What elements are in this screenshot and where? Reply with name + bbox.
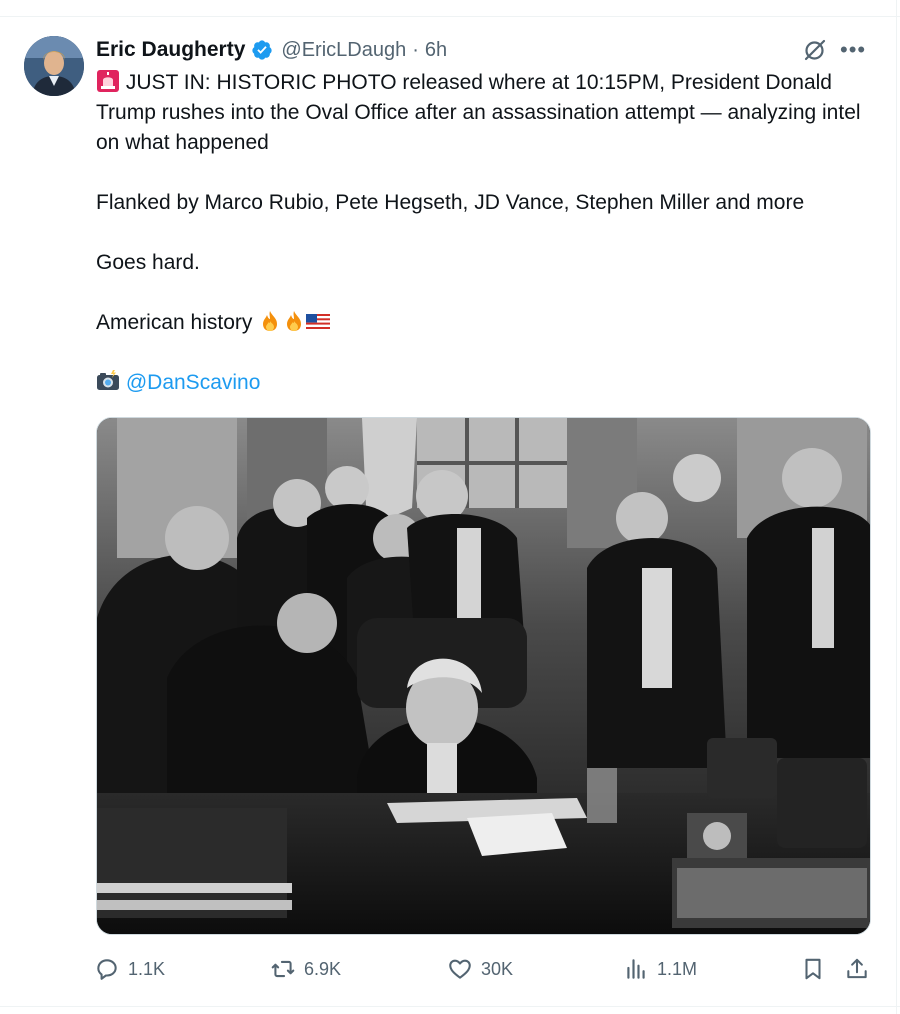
tweet-photo[interactable] [96, 417, 871, 935]
tweet-body: JUST IN: HISTORIC PHOTO released where a… [96, 68, 886, 398]
reply-icon [97, 959, 117, 980]
more-options-icon[interactable]: ••• [840, 39, 866, 61]
avatar[interactable] [24, 36, 84, 96]
bottom-divider [0, 1006, 900, 1007]
author-handle[interactable]: @EricLDaugh [281, 39, 406, 62]
right-divider [896, 0, 897, 1014]
views-button[interactable]: 1.1M [623, 952, 697, 986]
oval-office-photo-image [97, 418, 870, 934]
tweet-header: Eric Daugherty @EricLDaugh · 6h [96, 35, 447, 65]
fire-emoji-icon [287, 311, 302, 331]
verified-badge-icon [252, 40, 273, 60]
tweet-paragraph-1: JUST IN: HISTORIC PHOTO released where a… [96, 68, 886, 158]
share-icon [847, 958, 867, 979]
repost-icon [271, 960, 295, 978]
author-name[interactable]: Eric Daugherty [96, 38, 245, 62]
tweet-text-line-1: JUST IN: HISTORIC PHOTO released where a… [96, 71, 861, 154]
repost-count: 6.9K [304, 958, 342, 979]
bookmark-icon [805, 958, 821, 980]
header-actions: ••• [802, 36, 866, 64]
rotating-light-emoji-icon [97, 70, 119, 92]
reply-count: 1.1K [128, 958, 166, 979]
tweet-text-line-4: American history [96, 311, 253, 334]
mention-link[interactable]: @DanScavino [126, 371, 261, 394]
tweet-text-line-3: Goes hard. [96, 251, 200, 274]
tweet-action-bar: 1.1K 6.9K 30K 1.1M [94, 952, 874, 986]
share-button[interactable] [844, 952, 870, 986]
tweet-paragraph-4: American history [96, 308, 886, 338]
top-divider [0, 16, 900, 17]
camera-flash-emoji-icon [97, 370, 119, 390]
like-count: 30K [481, 958, 514, 979]
tweet-timestamp[interactable]: 6h [425, 39, 447, 62]
avatar-image [24, 36, 84, 96]
heart-icon [449, 959, 471, 979]
reply-button[interactable]: 1.1K [94, 952, 165, 986]
header-separator: · [412, 38, 419, 61]
us-flag-emoji-icon [306, 314, 331, 329]
tweet-paragraph-5: @DanScavino [96, 368, 886, 398]
grok-icon[interactable] [802, 37, 828, 63]
tweet-text-line-2: Flanked by Marco Rubio, Pete Hegseth, JD… [96, 191, 805, 214]
views-chart-icon [627, 959, 645, 979]
like-button[interactable]: 30K [447, 952, 513, 986]
fire-emoji-icon [263, 311, 278, 331]
repost-button[interactable]: 6.9K [270, 952, 341, 986]
bookmark-button[interactable] [800, 952, 826, 986]
views-count: 1.1M [657, 958, 698, 979]
